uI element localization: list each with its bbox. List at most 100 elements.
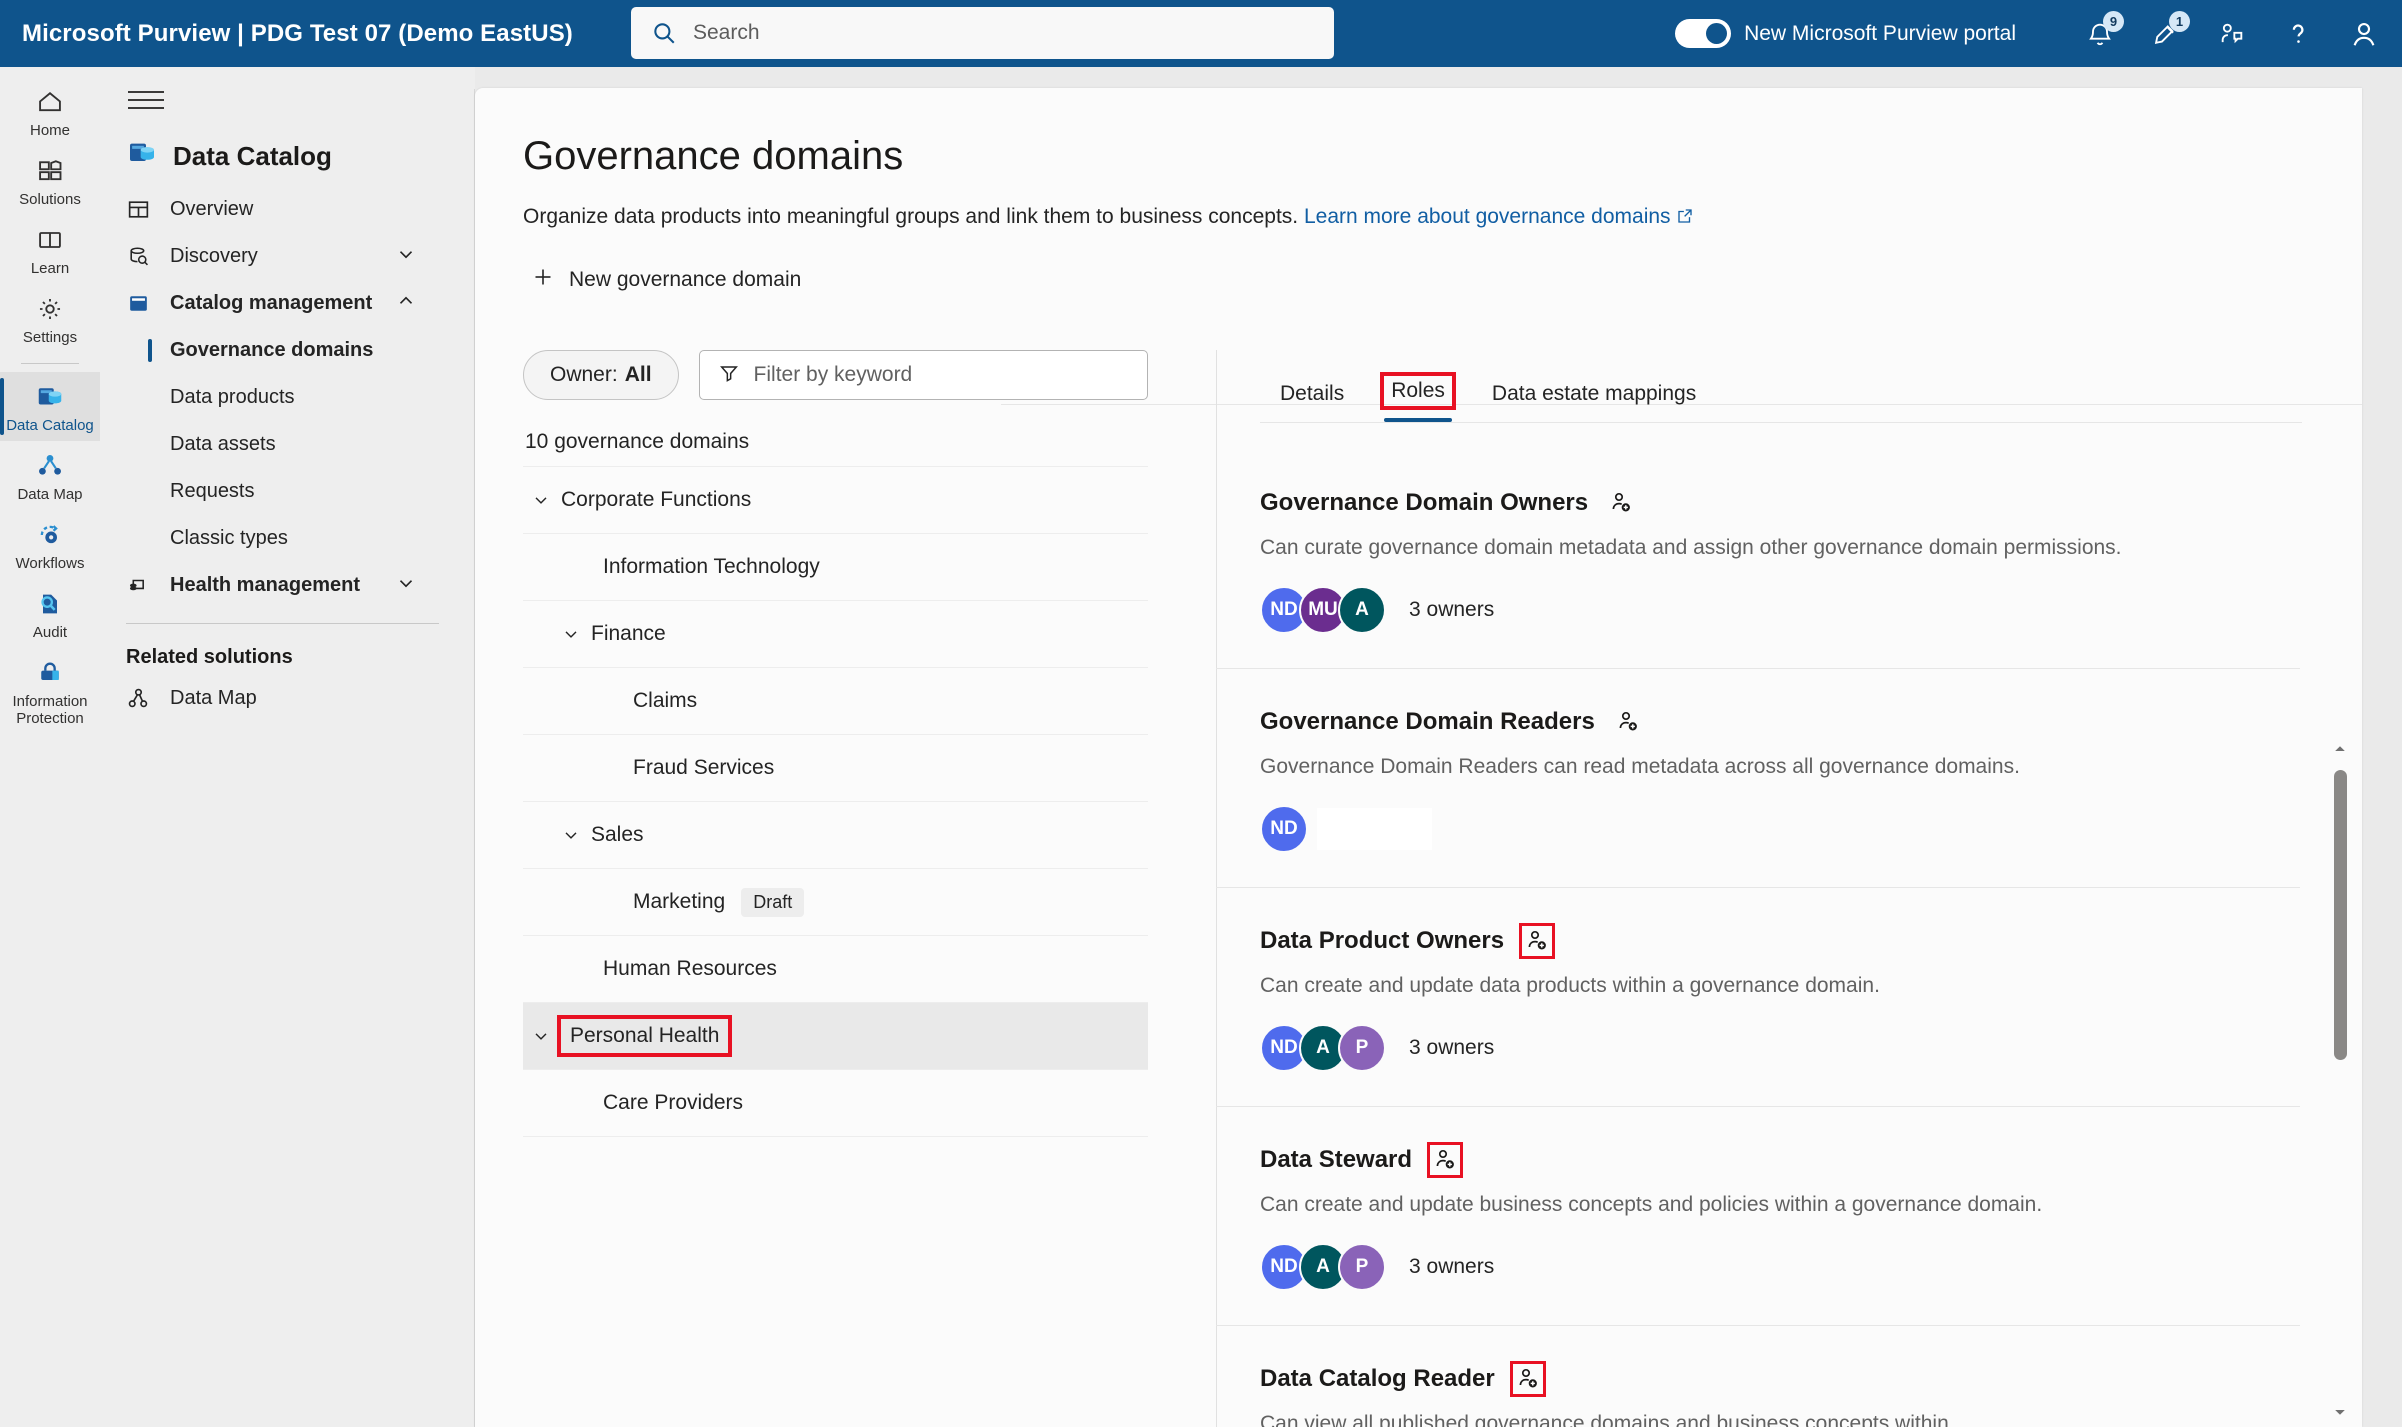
- tab-details[interactable]: Details: [1260, 382, 1364, 422]
- role-section: Data Product Owners Can create and update…: [1216, 888, 2300, 1107]
- rail-item-audit[interactable]: Audit: [0, 579, 100, 648]
- tree-row[interactable]: Marketing Draft: [523, 869, 1148, 936]
- avatar[interactable]: A: [1338, 586, 1386, 634]
- chevron-down-icon[interactable]: [531, 1026, 551, 1046]
- add-person-icon[interactable]: [1509, 1361, 1546, 1397]
- global-search[interactable]: [631, 7, 1334, 59]
- tree-row[interactable]: Sales: [523, 802, 1148, 869]
- tree-row[interactable]: Fraud Services: [523, 735, 1148, 802]
- keyword-filter-input[interactable]: [753, 355, 1084, 395]
- rail-item-solutions[interactable]: Solutions: [0, 146, 100, 215]
- sidebar-item-classic-types[interactable]: Classic types: [100, 515, 475, 562]
- keyword-filter[interactable]: [698, 350, 1148, 400]
- hamburger-menu-icon[interactable]: [128, 91, 164, 109]
- nav-label: Data Map: [170, 687, 257, 709]
- avatar[interactable]: P: [1338, 1024, 1386, 1072]
- catalog-management-icon: [126, 291, 156, 316]
- avatar[interactable]: P: [1338, 1243, 1386, 1291]
- role-members: ND MU A 3 owners: [1260, 586, 2300, 634]
- chevron-down-icon[interactable]: [561, 624, 581, 644]
- scroll-down-icon[interactable]: [2330, 1403, 2350, 1421]
- learn-more-link[interactable]: Learn more about governance domains: [1304, 205, 1671, 228]
- rail-label: Audit: [32, 624, 68, 641]
- external-link-icon: [1676, 205, 1694, 228]
- nav-sub-label: Requests: [170, 480, 255, 502]
- role-name: Governance Domain Readers: [1260, 708, 1595, 735]
- tab-roles[interactable]: Roles: [1364, 372, 1472, 422]
- scrollbar-track[interactable]: [2330, 758, 2350, 1403]
- workflows-icon: [36, 519, 64, 551]
- rail-item-information-protection[interactable]: Information Protection: [0, 648, 100, 734]
- tree-row[interactable]: Claims: [523, 668, 1148, 735]
- role-members: ND A P 3 owners: [1260, 1024, 2300, 1072]
- tree-row[interactable]: Human Resources: [523, 936, 1148, 1003]
- sidebar-item-data-products[interactable]: Data products: [100, 374, 475, 421]
- tree-row-label: Sales: [591, 823, 644, 846]
- tree-row[interactable]: Personal Health: [523, 1003, 1148, 1070]
- nav-item-related-data-map[interactable]: Data Map: [100, 675, 475, 722]
- detail-tabs: Details Roles Data estate mappings: [1260, 350, 2362, 422]
- account-icon[interactable]: [2344, 14, 2384, 54]
- add-person-icon[interactable]: [1613, 707, 1643, 737]
- tree-row[interactable]: Care Providers: [523, 1070, 1148, 1137]
- feedback-icon[interactable]: [2212, 14, 2252, 54]
- rail-label: Workflows: [15, 555, 85, 572]
- add-person-icon[interactable]: [1519, 923, 1556, 959]
- member-count: 3 owners: [1409, 1255, 1495, 1278]
- nav-label: Overview: [170, 198, 254, 220]
- sidebar-item-requests[interactable]: Requests: [100, 468, 475, 515]
- owner-filter-button[interactable]: Owner: All: [523, 350, 679, 400]
- new-governance-domain-button[interactable]: New governance domain: [521, 259, 811, 301]
- main-content-card: Governance domains Organize data product…: [475, 88, 2362, 1427]
- role-section: Data Steward Can create and update busine…: [1216, 1107, 2300, 1326]
- tree-row[interactable]: Corporate Functions: [523, 467, 1148, 534]
- search-input[interactable]: [693, 13, 1293, 53]
- nav-item-health-management[interactable]: Health management: [100, 562, 475, 609]
- tab-data-estate-mappings[interactable]: Data estate mappings: [1472, 382, 1716, 422]
- new-portal-toggle[interactable]: New Microsoft Purview portal: [1675, 19, 2016, 48]
- page-title: Governance domains: [523, 134, 904, 178]
- nav-item-discovery[interactable]: Discovery: [100, 233, 475, 280]
- tabs-underline: [1260, 422, 2302, 423]
- rail-item-workflows[interactable]: Workflows: [0, 510, 100, 579]
- role-header: Data Catalog Reader: [1260, 1361, 2300, 1397]
- rail-item-learn[interactable]: Learn: [0, 215, 100, 284]
- toggle-switch[interactable]: [1675, 19, 1732, 48]
- notifications-button[interactable]: 9: [2080, 10, 2124, 54]
- nav-item-overview[interactable]: Overview: [100, 186, 475, 233]
- member-count: 3 owners: [1409, 1036, 1495, 1059]
- rail-label: Data Map: [17, 486, 83, 503]
- nav-header: Data Catalog: [126, 137, 475, 176]
- tree-row[interactable]: Finance: [523, 601, 1148, 668]
- chevron-down-icon[interactable]: [395, 572, 417, 600]
- add-person-icon[interactable]: [1427, 1142, 1464, 1178]
- plus-icon: [531, 265, 555, 295]
- tree-row[interactable]: Information Technology: [523, 534, 1148, 601]
- sidebar-item-governance-domains[interactable]: Governance domains: [100, 327, 475, 374]
- search-icon: [651, 20, 677, 46]
- scrollbar-thumb[interactable]: [2334, 770, 2347, 1060]
- tree-row-label: Human Resources: [603, 957, 777, 980]
- owner-filter-label: Owner:: [550, 363, 618, 386]
- chevron-down-icon[interactable]: [395, 243, 417, 271]
- nav-item-catalog-management[interactable]: Catalog management: [100, 280, 475, 327]
- chevron-up-icon[interactable]: [395, 290, 417, 318]
- add-person-icon[interactable]: [1606, 488, 1636, 518]
- rail-item-home[interactable]: Home: [0, 77, 100, 146]
- announcements-button[interactable]: 1: [2146, 10, 2190, 54]
- chevron-down-icon[interactable]: [531, 490, 551, 510]
- role-header: Data Steward: [1260, 1142, 2300, 1178]
- rail-item-data-catalog[interactable]: Data Catalog: [0, 372, 100, 441]
- avatar[interactable]: ND: [1260, 805, 1308, 853]
- new-governance-domain-label: New governance domain: [569, 268, 802, 291]
- sidebar-item-data-assets[interactable]: Data assets: [100, 421, 475, 468]
- rail-item-data-map[interactable]: Data Map: [0, 441, 100, 510]
- roles-scrollbar[interactable]: [2330, 740, 2350, 1421]
- rail-item-settings[interactable]: Settings: [0, 284, 100, 353]
- data-catalog-icon: [126, 137, 158, 176]
- role-name: Governance Domain Owners: [1260, 489, 1589, 516]
- scroll-up-icon[interactable]: [2330, 740, 2350, 758]
- nav-label: Catalog management: [170, 292, 373, 314]
- chevron-down-icon[interactable]: [561, 825, 581, 845]
- help-icon[interactable]: [2278, 14, 2318, 54]
